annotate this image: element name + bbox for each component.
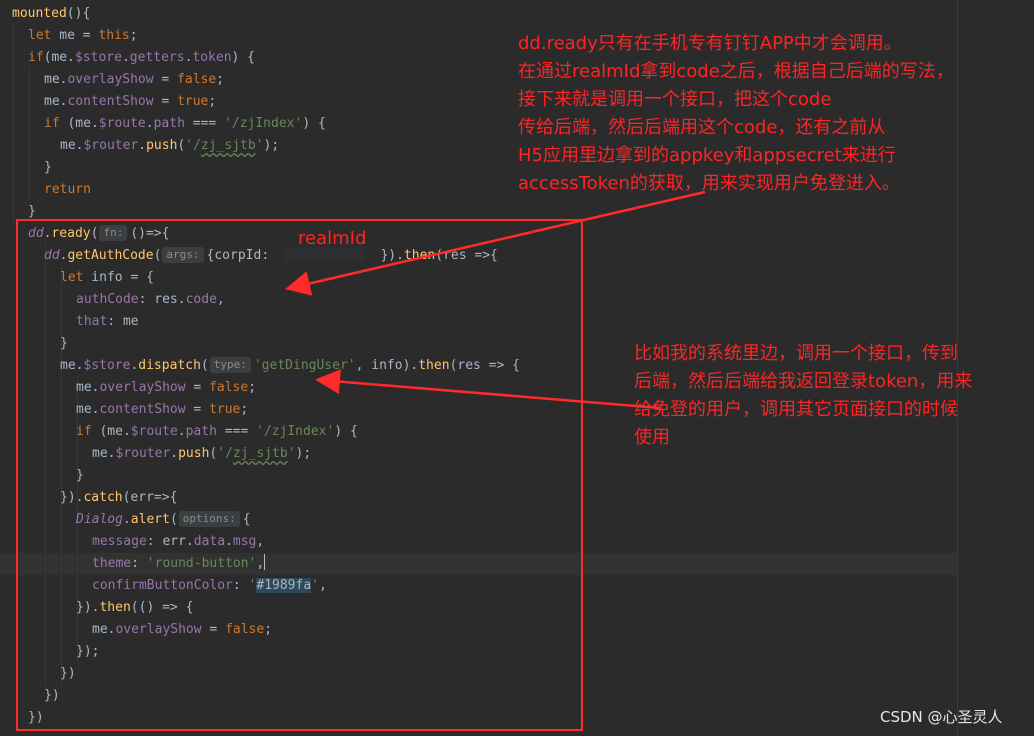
code-line: me.overlayShow = false; (44, 72, 225, 87)
annotation-note-top: dd.ready只有在手机专有钉钉APP中才会调用。 在通过realmId拿到c… (518, 33, 954, 194)
code-line: if (me.$route.path === '/zjIndex') { (44, 116, 326, 131)
code-line: mounted(){ (12, 6, 91, 21)
code-line: } (44, 160, 52, 175)
annotation-highlight-box (16, 219, 583, 731)
annotation-realm-label: realmId (298, 228, 367, 249)
code-line: return (44, 182, 91, 197)
code-line: if(me.$store.getters.token) { (28, 50, 256, 65)
indent-guide (13, 24, 14, 222)
code-line: let me = this; (28, 28, 138, 43)
code-line: me.$router.push('/zj_sjtb'); (60, 138, 280, 153)
watermark: CSDN @心圣灵人 (880, 708, 1003, 726)
code-line: me.contentShow = true; (44, 94, 217, 109)
indent-guide (29, 68, 30, 200)
annotation-note-right: 比如我的系统里边，调用一个接口，传到 后端，然后后端给我返回登录token，用来… (634, 343, 973, 448)
